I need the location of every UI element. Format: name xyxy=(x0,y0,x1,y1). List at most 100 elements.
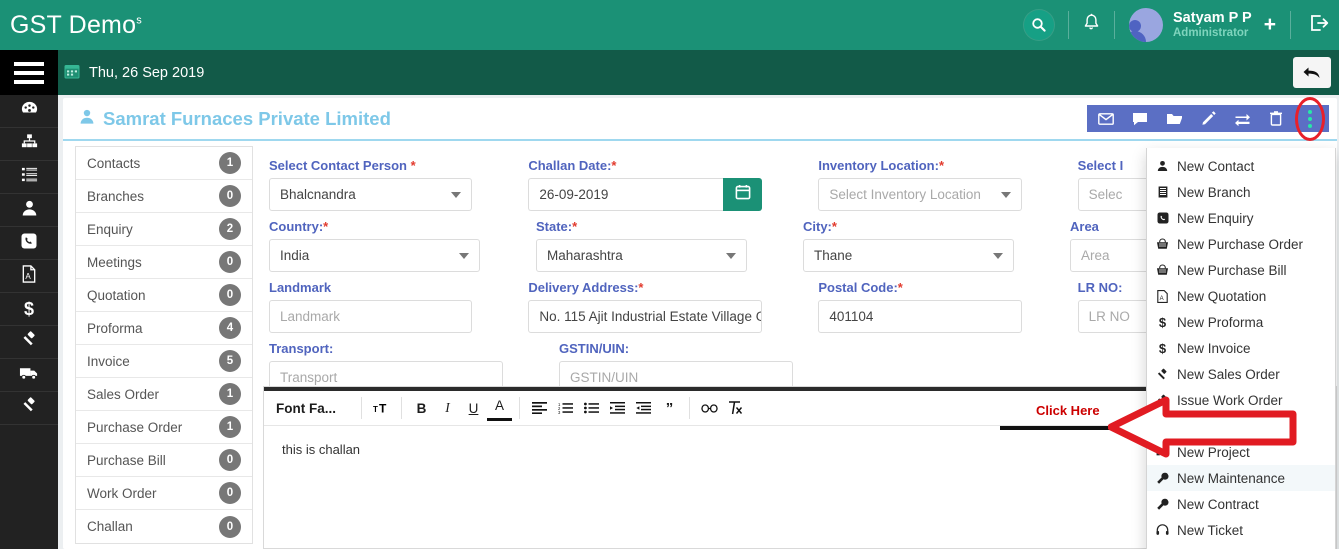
state-select[interactable]: Maharashtra xyxy=(536,239,747,272)
headphones-icon xyxy=(1155,524,1170,536)
indent-icon[interactable] xyxy=(605,395,630,421)
challan-date-input[interactable]: 26-09-2019 xyxy=(528,178,723,211)
brand-superscript: s xyxy=(136,14,142,27)
outdent-icon[interactable] xyxy=(631,395,656,421)
list-item[interactable]: Work Order 0 xyxy=(76,477,252,510)
rail-item-dashboard[interactable] xyxy=(0,95,58,128)
unordered-list-icon[interactable] xyxy=(579,395,604,421)
list-item-label: Sales Order xyxy=(87,386,160,402)
rail-item-user[interactable] xyxy=(0,194,58,227)
list-item[interactable]: Branches 0 xyxy=(76,180,252,213)
list-item[interactable]: Purchase Bill 0 xyxy=(76,444,252,477)
avatar[interactable] xyxy=(1129,8,1163,42)
font-color-icon[interactable]: A xyxy=(487,395,512,421)
search-icon[interactable] xyxy=(1024,10,1054,40)
menu-item-new-proforma[interactable]: $ New Proforma xyxy=(1147,309,1335,335)
list-item-label: Challan xyxy=(87,519,133,534)
menu-item-new-sales-order[interactable]: New Sales Order xyxy=(1147,361,1335,387)
bold-icon[interactable]: B xyxy=(409,395,434,421)
list-item[interactable]: Contacts 1 xyxy=(76,147,252,180)
rail-item-list[interactable] xyxy=(0,161,58,194)
label-text: Inventory Location: xyxy=(818,158,939,173)
rail-item-gavel-2[interactable] xyxy=(0,392,58,425)
logout-icon[interactable] xyxy=(1309,14,1329,37)
landmark-input[interactable]: Landmark xyxy=(269,300,473,333)
header-divider-2 xyxy=(1114,11,1115,39)
phone-icon xyxy=(20,232,38,255)
user-info[interactable]: Satyam P P Administrator xyxy=(1173,10,1252,40)
folder-button[interactable] xyxy=(1157,105,1191,132)
field-label: Delivery Address:* xyxy=(528,280,762,295)
field-landmark: Landmark Landmark xyxy=(269,280,473,333)
font-family-dropdown[interactable]: Font Fa... xyxy=(272,395,354,421)
chevron-down-icon xyxy=(1000,191,1011,198)
rail-item-gavel-1[interactable] xyxy=(0,326,58,359)
link-icon[interactable] xyxy=(697,395,722,421)
transfer-button[interactable] xyxy=(1225,105,1259,132)
country-select[interactable]: India xyxy=(269,239,480,272)
label-text: State: xyxy=(536,219,573,234)
more-menu-button[interactable] xyxy=(1293,105,1327,132)
rail-item-dollar[interactable]: $ xyxy=(0,293,58,326)
menu-item-label: New Quotation xyxy=(1177,288,1267,304)
list-item[interactable]: Sales Order 1 xyxy=(76,378,252,411)
list-item[interactable]: Invoice 5 xyxy=(76,345,252,378)
date-picker-button[interactable] xyxy=(722,178,763,211)
delivery-address-input[interactable]: No. 115 Ajit Industrial Estate Village O… xyxy=(528,300,763,333)
menu-item-new-branch[interactable]: New Branch xyxy=(1147,179,1335,205)
field-delivery-address: Delivery Address:* No. 115 Ajit Industri… xyxy=(528,280,763,333)
menu-item-new-enquiry[interactable]: New Enquiry xyxy=(1147,205,1335,231)
delete-button[interactable] xyxy=(1259,105,1293,132)
menu-item-new-manufacturing[interactable]: New Manufacturing xyxy=(1147,543,1335,549)
bell-icon[interactable] xyxy=(1083,13,1100,37)
menu-item-new-quotation[interactable]: A New Quotation xyxy=(1147,283,1335,309)
inventory-location-select[interactable]: Select Inventory Location xyxy=(818,178,1022,211)
app-root: GST Demos Satyam P P Administrator + Thu… xyxy=(0,0,1339,549)
label-text: Postal Code: xyxy=(818,280,898,295)
required-marker: * xyxy=(897,280,903,295)
rail-item-phone[interactable] xyxy=(0,227,58,260)
placeholder-text: LR NO xyxy=(1088,309,1130,324)
menu-item-new-invoice[interactable]: $ New Invoice xyxy=(1147,335,1335,361)
menu-item-new-contact[interactable]: New Contact xyxy=(1147,153,1335,179)
italic-icon[interactable]: I xyxy=(435,395,460,421)
contact-person-select[interactable]: Bhalcnandra xyxy=(269,178,473,211)
font-size-icon[interactable]: TT xyxy=(369,395,394,421)
blockquote-icon[interactable]: ” xyxy=(657,395,682,421)
rail-item-file-pdf[interactable]: A xyxy=(0,260,58,293)
rail-item-truck[interactable] xyxy=(0,359,58,392)
phone-icon xyxy=(1155,212,1170,224)
field-challan-date: Challan Date:* 26-09-2019 xyxy=(528,158,763,211)
list-item[interactable]: Quotation 0 xyxy=(76,279,252,312)
postal-code-input[interactable]: 401104 xyxy=(818,300,1022,333)
menu-item-new-ticket[interactable]: New Ticket xyxy=(1147,517,1335,543)
menu-item-new-contract[interactable]: New Contract xyxy=(1147,491,1335,517)
list-item[interactable]: Proforma 4 xyxy=(76,312,252,345)
clear-format-icon[interactable] xyxy=(723,395,748,421)
required-marker: * xyxy=(938,158,945,173)
ordered-list-icon[interactable]: 123 xyxy=(553,395,578,421)
rail-item-sitemap[interactable] xyxy=(0,128,58,161)
list-item-count: 0 xyxy=(219,251,241,273)
list-item[interactable]: Purchase Order 1 xyxy=(76,411,252,444)
align-left-icon[interactable] xyxy=(527,395,552,421)
hamburger-icon[interactable] xyxy=(0,50,58,95)
current-date: Thu, 26 Sep 2019 xyxy=(64,50,204,95)
email-button[interactable] xyxy=(1089,105,1123,132)
city-select[interactable]: Thane xyxy=(803,239,1014,272)
comment-button[interactable] xyxy=(1123,105,1157,132)
list-item[interactable]: Enquiry 2 xyxy=(76,213,252,246)
menu-item-new-maintenance[interactable]: New Maintenance xyxy=(1147,465,1335,491)
add-button[interactable]: + xyxy=(1264,13,1276,37)
underline-icon[interactable]: U xyxy=(461,395,486,421)
menu-item-new-purchase-bill[interactable]: New Purchase Bill xyxy=(1147,257,1335,283)
back-arrow-icon[interactable] xyxy=(1293,57,1331,88)
label-text: Select Contact Person xyxy=(269,158,407,173)
date-text: Thu, 26 Sep 2019 xyxy=(89,64,205,81)
edit-button[interactable] xyxy=(1191,105,1225,132)
menu-item-label: New Contract xyxy=(1177,496,1259,512)
svg-text:T: T xyxy=(373,405,378,414)
menu-item-new-purchase-order[interactable]: New Purchase Order xyxy=(1147,231,1335,257)
list-item[interactable]: Meetings 0 xyxy=(76,246,252,279)
list-item[interactable]: Challan 0 xyxy=(76,510,252,543)
